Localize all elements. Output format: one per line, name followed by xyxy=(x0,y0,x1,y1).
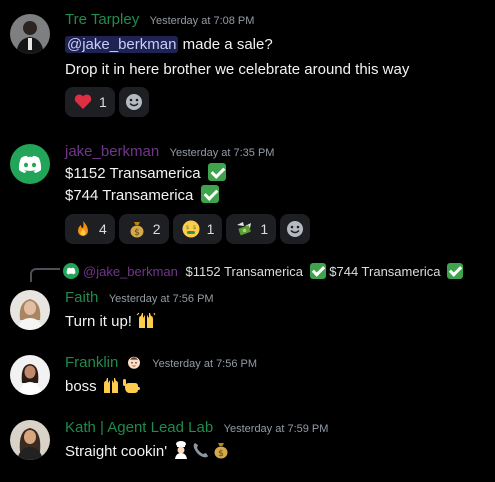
reaction-count: 4 xyxy=(99,221,107,237)
reply-reference[interactable]: @jake_berkman $1152 Transamerica $744 Tr… xyxy=(63,263,464,279)
svg-text:$: $ xyxy=(134,228,140,238)
message-text: Drop it in here brother we celebrate aro… xyxy=(65,61,410,78)
discord-logo-icon xyxy=(18,155,42,173)
message-text: Turn it up! xyxy=(65,313,132,330)
reply-connector xyxy=(30,268,60,282)
check-mark-icon xyxy=(200,185,219,203)
author-name[interactable]: Franklin xyxy=(65,354,118,371)
reply-text: $744 Transamerica xyxy=(325,264,445,279)
author-name[interactable]: Tre Tarpley xyxy=(65,11,139,28)
reaction-money-with-wings[interactable]: 1 xyxy=(226,214,277,244)
avatar-kath[interactable] xyxy=(10,420,50,460)
message-text: made a sale? xyxy=(178,36,273,53)
message-text: $744 Transamerica xyxy=(65,187,198,204)
reaction-heart[interactable]: 1 xyxy=(65,87,115,117)
discord-logo-icon xyxy=(63,263,79,279)
message-timestamp: Yesterday at 7:59 PM xyxy=(223,423,329,435)
reaction-fire[interactable]: 4 xyxy=(65,214,115,244)
avatar-tre-tarpley[interactable] xyxy=(10,14,50,54)
money-bag-icon: $ xyxy=(127,219,147,239)
baby-face-icon xyxy=(126,354,142,370)
telephone-icon xyxy=(191,440,211,460)
message-text: $1152 Transamerica xyxy=(65,165,205,182)
author-name[interactable]: Kath | Agent Lead Lab xyxy=(65,419,213,436)
raising-hands-icon xyxy=(136,310,156,330)
reaction-count: 1 xyxy=(260,221,269,237)
reply-author[interactable]: @jake_berkman xyxy=(83,264,178,279)
money-mouth-face-icon: $ $ xyxy=(181,219,201,239)
avatar-faith[interactable] xyxy=(10,290,50,330)
reactions-row: 4 $ 2 $ $ 1 1 xyxy=(65,214,489,244)
add-reaction-button[interactable] xyxy=(118,87,149,117)
reaction-money-mouth-face[interactable]: $ $ 1 xyxy=(172,214,223,244)
fire-icon xyxy=(73,219,93,239)
money-bag-icon: $ xyxy=(211,440,231,460)
svg-text:$: $ xyxy=(218,449,224,459)
heart-icon xyxy=(73,92,93,112)
reaction-count: 1 xyxy=(206,221,215,237)
reaction-count: 1 xyxy=(99,94,107,110)
svg-text:$: $ xyxy=(185,225,189,231)
message-timestamp: Yesterday at 7:35 PM xyxy=(169,147,275,159)
reaction-count: 2 xyxy=(152,221,161,237)
svg-text:$: $ xyxy=(192,225,196,231)
avatar-jake-berkman[interactable] xyxy=(10,144,50,184)
message-timestamp: Yesterday at 7:56 PM xyxy=(108,293,214,305)
author-name[interactable]: Faith xyxy=(65,289,98,306)
message-text: boss xyxy=(65,378,101,395)
reactions-row: 1 xyxy=(65,87,489,117)
add-reaction-button[interactable] xyxy=(280,214,311,244)
reply-text: $1152 Transamerica xyxy=(181,264,307,279)
message-timestamp: Yesterday at 7:08 PM xyxy=(149,15,255,27)
reaction-money-bag[interactable]: $ 2 xyxy=(118,214,169,244)
add-reaction-icon xyxy=(285,219,305,239)
avatar-franklin[interactable] xyxy=(10,355,50,395)
message-text: Straight cookin' xyxy=(65,443,172,460)
money-with-wings-icon xyxy=(234,219,254,239)
add-reaction-icon xyxy=(124,92,144,112)
message-timestamp: Yesterday at 7:56 PM xyxy=(152,358,258,370)
author-name[interactable]: jake_berkman xyxy=(65,143,159,160)
check-mark-icon xyxy=(309,263,326,279)
call-me-hand-icon xyxy=(121,375,141,395)
user-mention[interactable]: @jake_berkman xyxy=(65,36,179,53)
check-mark-icon xyxy=(207,163,226,181)
check-mark-icon xyxy=(447,263,464,279)
cook-icon xyxy=(171,440,191,460)
raising-hands-icon xyxy=(101,375,121,395)
